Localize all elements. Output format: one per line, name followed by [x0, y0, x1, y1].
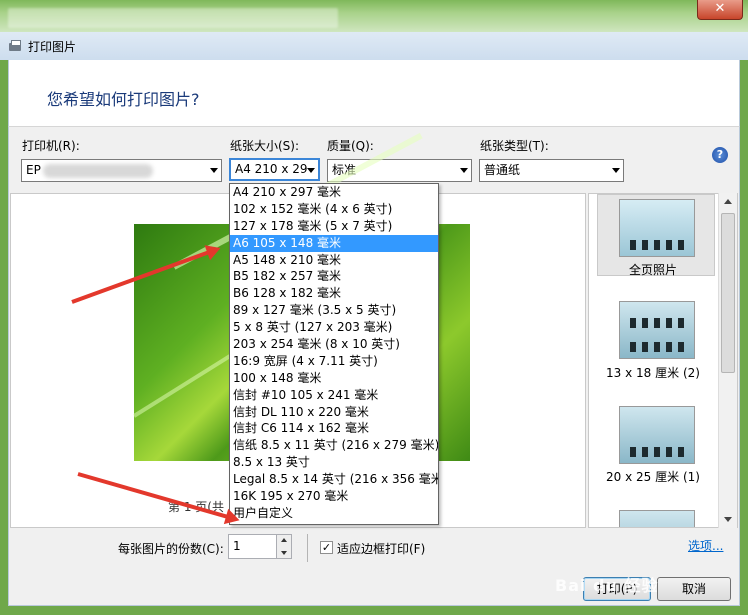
- paper-option[interactable]: 102 x 152 毫米 (4 x 6 英寸): [230, 201, 438, 218]
- paper-option[interactable]: 203 x 254 毫米 (8 x 10 英寸): [230, 336, 438, 353]
- stepper-down-icon[interactable]: [281, 551, 287, 555]
- watermark-text: Bai du 经验: [555, 576, 659, 595]
- chevron-down-icon: [612, 168, 620, 173]
- divider: [307, 534, 308, 562]
- paper-option[interactable]: A4 210 x 297 毫米: [230, 184, 438, 201]
- printer-icon: [8, 39, 22, 53]
- scroll-down-icon[interactable]: [724, 517, 732, 522]
- chevron-down-icon: [460, 168, 468, 173]
- quality-label: 质量(Q):: [327, 139, 374, 153]
- chevron-down-icon: [307, 168, 315, 173]
- paper-option[interactable]: 16:9 宽屏 (4 x 7.11 英寸): [230, 353, 438, 370]
- paper-option-custom[interactable]: 用户自定义: [230, 505, 438, 522]
- printer-label: 打印机(R):: [22, 139, 80, 153]
- paper-option[interactable]: 信纸 8.5 x 11 英寸 (216 x 279 毫米): [230, 437, 438, 454]
- fit-frame-label[interactable]: 适应边框打印(F): [337, 540, 425, 557]
- paper-type-value: 普通纸: [484, 163, 521, 177]
- paper-option[interactable]: 89 x 127 毫米 (3.5 x 5 英寸): [230, 302, 438, 319]
- close-button[interactable]: ✕: [697, 0, 743, 20]
- stepper-up-icon[interactable]: [281, 538, 287, 542]
- paper-option[interactable]: 信封 C6 114 x 162 毫米: [230, 420, 438, 437]
- dialog-header: 您希望如何打印图片?: [8, 60, 740, 126]
- copies-stepper[interactable]: 1: [228, 534, 292, 559]
- paper-option[interactable]: B5 182 x 257 毫米: [230, 268, 438, 285]
- paper-size-label: 纸张大小(S):: [230, 139, 300, 153]
- paper-size-dropdown: A4 210 x 297 毫米 102 x 152 毫米 (4 x 6 英寸) …: [229, 183, 439, 525]
- paper-option[interactable]: 100 x 148 毫米: [230, 370, 438, 387]
- paper-option[interactable]: 信封 DL 110 x 220 毫米: [230, 404, 438, 421]
- printer-select[interactable]: EP: [21, 159, 222, 182]
- thumbnails-scrollbar[interactable]: [718, 193, 737, 528]
- thumb-figures: [630, 447, 686, 457]
- paper-size-select[interactable]: A4 210 x 29: [229, 158, 320, 181]
- stepper-buttons[interactable]: [276, 535, 291, 558]
- layout-thumb-13x18[interactable]: [619, 301, 695, 359]
- dialog-title: 打印图片: [28, 39, 77, 54]
- paper-option[interactable]: 16K 195 x 270 毫米: [230, 488, 438, 505]
- paper-option[interactable]: B6 128 x 182 毫米: [230, 285, 438, 302]
- thumb-figures: [630, 318, 686, 328]
- cancel-button[interactable]: 取消: [657, 577, 731, 601]
- header-question: 您希望如何打印图片?: [47, 90, 200, 109]
- paper-option[interactable]: 127 x 178 毫米 (5 x 7 英寸): [230, 218, 438, 235]
- paper-option[interactable]: 8.5 x 13 英寸: [230, 454, 438, 471]
- copies-value[interactable]: 1: [233, 539, 241, 553]
- thumb-figures: [630, 342, 686, 352]
- paper-option[interactable]: 5 x 8 英寸 (127 x 203 毫米): [230, 319, 438, 336]
- layout-label-20x25: 20 x 25 厘米 (1): [606, 470, 700, 484]
- paper-type-select[interactable]: 普通纸: [479, 159, 624, 182]
- scroll-up-icon[interactable]: [724, 199, 732, 204]
- fit-frame-checkbox[interactable]: ✓: [320, 541, 333, 554]
- options-link[interactable]: 选项...: [688, 537, 723, 554]
- scroll-thumb[interactable]: [721, 213, 735, 373]
- layout-thumb-20x25[interactable]: [619, 406, 695, 464]
- printer-value: EP: [26, 163, 41, 177]
- layout-thumb-next[interactable]: [619, 510, 695, 527]
- dialog-titlebar: 打印图片: [0, 32, 748, 60]
- paper-option[interactable]: 信封 #10 105 x 241 毫米: [230, 387, 438, 404]
- layout-label-full-page: 全页照片: [628, 263, 677, 277]
- paper-option-selected[interactable]: A6 105 x 148 毫米: [230, 234, 438, 252]
- redacted-printer-name: [42, 163, 153, 178]
- thumb-figures: [630, 240, 686, 250]
- paper-option[interactable]: A5 148 x 210 毫米: [230, 252, 438, 269]
- chevron-down-icon: [210, 168, 218, 173]
- layout-thumbnails-pane: 全页照片 13 x 18 厘米 (2) 20 x 25 厘米 (1): [588, 193, 738, 528]
- paper-size-value: A4 210 x 29: [235, 162, 308, 176]
- paper-option[interactable]: Legal 8.5 x 14 英寸 (216 x 356 毫米): [230, 471, 438, 488]
- layout-label-13x18: 13 x 18 厘米 (2): [606, 366, 700, 380]
- help-icon[interactable]: ?: [712, 147, 728, 163]
- blurred-taskbar-tabs: [8, 8, 338, 28]
- copies-label: 每张图片的份数(C):: [118, 542, 224, 556]
- layout-thumb-full-page[interactable]: [619, 199, 695, 257]
- paper-type-label: 纸张类型(T):: [480, 139, 549, 153]
